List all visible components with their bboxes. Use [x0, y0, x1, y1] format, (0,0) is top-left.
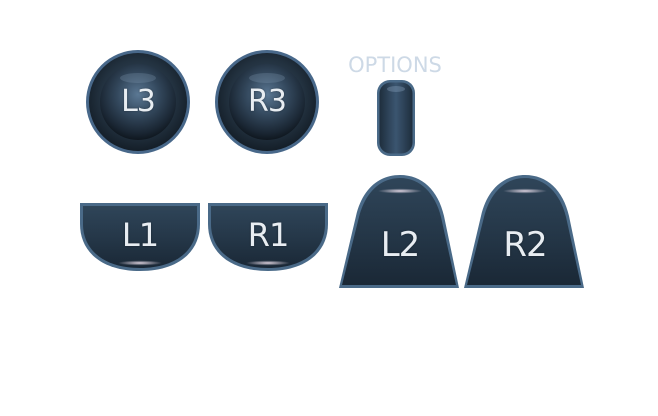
options-button-shape	[377, 80, 415, 156]
l1-button[interactable]: L1	[78, 200, 202, 274]
l2-button[interactable]: L2	[338, 172, 462, 290]
r1-button[interactable]: R1	[206, 200, 330, 274]
controller-buttons-panel: L3 R3 OPTIONS L1 R1 L2 R2	[0, 0, 658, 416]
l3-stick-shape	[86, 50, 190, 154]
options-label: OPTIONS	[348, 53, 442, 77]
r2-button[interactable]: R2	[463, 172, 587, 290]
r2-trigger-shape	[464, 175, 584, 288]
l1-bumper-shape	[80, 203, 200, 271]
r1-bumper-shape	[208, 203, 328, 271]
r3-stick-shape	[215, 50, 319, 154]
r3-button[interactable]: R3	[213, 48, 321, 156]
options-button[interactable]	[376, 79, 416, 157]
l3-button[interactable]: L3	[84, 48, 192, 156]
l2-trigger-shape	[339, 175, 459, 288]
